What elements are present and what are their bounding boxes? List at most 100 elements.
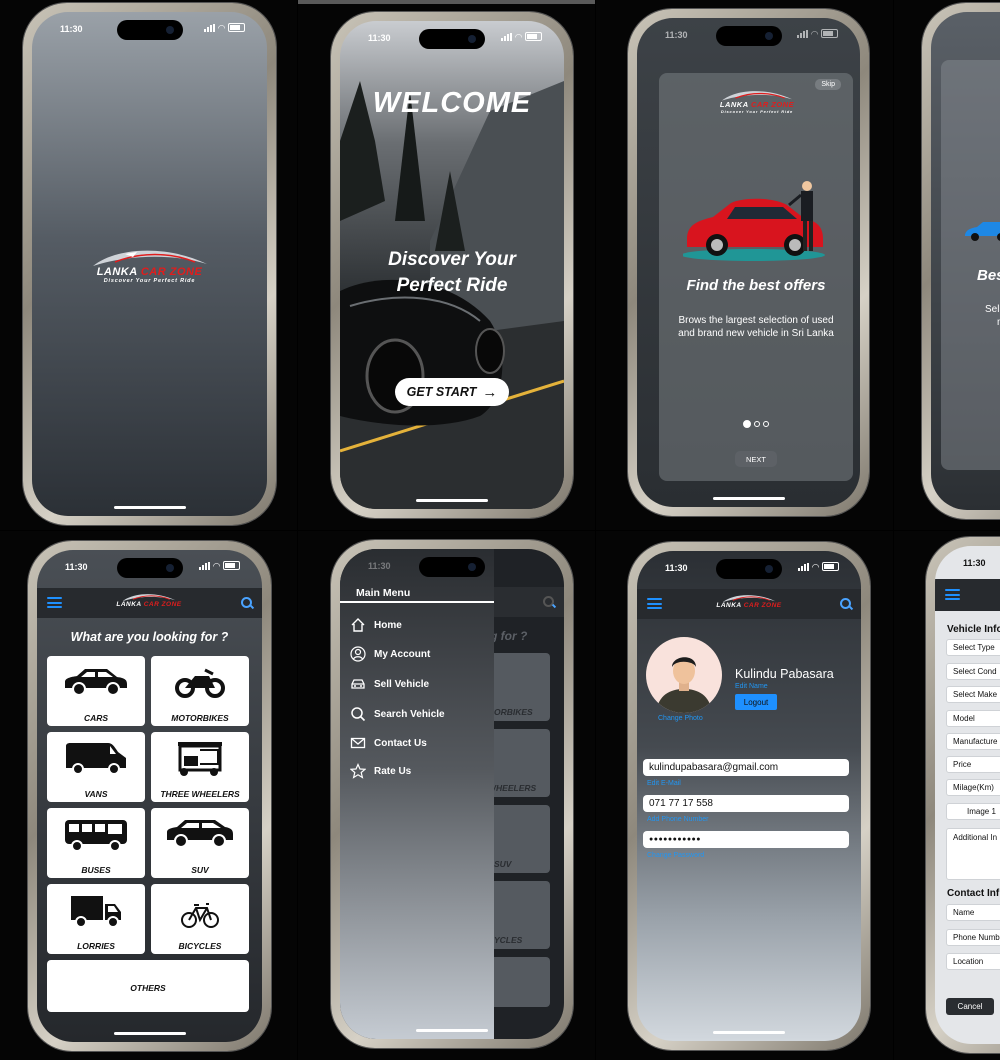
phone-number-field[interactable]: Phone Numb: [946, 929, 1000, 946]
status-time: 11:30: [368, 33, 391, 43]
menu-item-my-account[interactable]: My Account: [350, 646, 430, 662]
app-bar: LANKA CAR ZONE: [37, 588, 262, 618]
phone-field[interactable]: 071 77 17 558: [643, 795, 849, 812]
menu-item-home[interactable]: Home: [350, 617, 402, 633]
category-tile-vans[interactable]: VANS: [47, 732, 145, 802]
add-phone-link[interactable]: Add Phone Number: [647, 816, 708, 823]
next-button[interactable]: NEXT: [735, 451, 777, 467]
hamburger-menu-icon[interactable]: [47, 597, 62, 608]
car-front-icon: [351, 679, 365, 689]
phone-frame: Bes Sel m: [922, 3, 1000, 519]
van-icon: [66, 743, 126, 774]
phone-frame: g for ? ORBIKES WHEELERS SUV YCLES 11:30…: [331, 540, 573, 1048]
status-bar: 11:30 ◠: [637, 562, 861, 576]
menu-item-contact-us[interactable]: Contact Us: [350, 735, 427, 751]
cancel-button[interactable]: Cancel: [946, 998, 994, 1015]
select-condition-field[interactable]: Select Cond: [946, 663, 1000, 680]
category-tile-three-wheelers[interactable]: THREE WHEELERS: [151, 732, 249, 802]
category-label: LORRIES: [77, 941, 115, 951]
search-icon: [351, 707, 366, 722]
brand-name-part2: CAR ZONE: [743, 602, 782, 609]
menu-item-label: Search Vehicle: [374, 708, 445, 720]
dynamic-island: [419, 557, 485, 577]
menu-item-sell-vehicle[interactable]: Sell Vehicle: [350, 676, 429, 692]
wifi-icon: ◠: [213, 560, 220, 571]
category-tile-cars[interactable]: CARS: [47, 656, 145, 726]
category-tile-others[interactable]: OTHERS: [47, 960, 249, 1012]
battery-icon: [223, 561, 240, 570]
additional-info-field[interactable]: Additional In: [946, 828, 1000, 880]
onboarding2-card: Bes Sel m: [941, 60, 1000, 470]
home-indicator: [113, 506, 186, 509]
behind-tile-label: ORBIKES: [494, 707, 533, 717]
category-tile-buses[interactable]: BUSES: [47, 808, 145, 878]
profile-panel: 11:30 ◠ LANKA CAR ZONE Change Photo Kuli…: [596, 531, 893, 1060]
edit-name-link[interactable]: Edit Name: [735, 683, 768, 690]
price-field[interactable]: Price: [946, 756, 1000, 773]
categories-heading: What are you looking for ?: [70, 630, 229, 644]
search-icon[interactable]: [840, 598, 851, 609]
location-field[interactable]: Location: [946, 953, 1000, 970]
sell-vehicle-screen: 11:30 Vehicle Info Select Type Select Co…: [935, 546, 1000, 1044]
edit-email-link[interactable]: Edit E-Mail: [647, 780, 681, 787]
brand-name-part2: CAR ZONE: [140, 266, 203, 278]
category-label: OTHERS: [130, 983, 166, 993]
brand-name-part2: CAR ZONE: [143, 601, 182, 608]
sell-panel: 11:30 Vehicle Info Select Type Select Co…: [894, 531, 1000, 1060]
email-field[interactable]: kulindupabasara@gmail.com: [643, 759, 849, 776]
phone-frame: 11:30 Vehicle Info Select Type Select Co…: [926, 537, 1000, 1053]
car-salesman-illustration: [683, 181, 825, 261]
image-1-upload[interactable]: Image 1: [946, 803, 1000, 820]
change-password-link[interactable]: Change Password: [647, 852, 704, 859]
menu-item-search-vehicle[interactable]: Search Vehicle: [350, 706, 445, 722]
category-label: BICYCLES: [178, 941, 222, 951]
select-type-field[interactable]: Select Type: [946, 639, 1000, 656]
brand-logo: LANKA CAR ZONE: [107, 591, 191, 608]
onboarding-card: Skip LANKA CAR ZONE Discover Your Perfec…: [659, 73, 853, 481]
manufacture-field[interactable]: Manufacture: [946, 733, 1000, 750]
menu-item-rate-us[interactable]: Rate Us: [350, 763, 411, 779]
change-photo-link[interactable]: Change Photo: [658, 715, 703, 722]
onboarding2-title: Bes: [977, 267, 1000, 284]
search-icon[interactable]: [241, 597, 252, 608]
skip-button[interactable]: Skip: [815, 79, 841, 90]
signal-icon: [798, 562, 810, 571]
select-make-field[interactable]: Select Make: [946, 686, 1000, 703]
hamburger-menu-icon[interactable]: [647, 598, 662, 609]
category-label: VANS: [84, 789, 108, 799]
category-tile-suv[interactable]: SUV: [151, 808, 249, 878]
onboarding-screen: 11:30 ◠ Skip LANKA CAR ZONE Discover You…: [637, 18, 860, 507]
category-label: BUSES: [81, 865, 111, 875]
hamburger-menu-icon[interactable]: [945, 589, 960, 600]
battery-icon: [228, 23, 245, 32]
category-tile-lorries[interactable]: LORRIES: [47, 884, 145, 954]
model-field[interactable]: Model: [946, 710, 1000, 727]
status-bar: 11:30: [935, 557, 1000, 571]
category-label: THREE WHEELERS: [160, 789, 240, 799]
user-name: Kulindu Pabasara: [735, 667, 834, 681]
category-tile-bicycles[interactable]: BICYCLES: [151, 884, 249, 954]
brand-name-part1: LANKA: [719, 100, 749, 109]
three-wheeler-icon: [178, 742, 222, 776]
status-bar: 11:30 ◠: [32, 23, 267, 37]
bicycle-icon: [181, 903, 219, 928]
name-field[interactable]: Name: [946, 904, 1000, 921]
get-start-button[interactable]: GET START →: [395, 378, 509, 406]
milage-field[interactable]: Milage(Km): [946, 779, 1000, 796]
brand-tagline: Discover Your Perfect Ride: [720, 109, 794, 114]
onboarding2-panel: Bes Sel m: [894, 0, 1000, 530]
logout-button[interactable]: Logout: [735, 694, 777, 710]
signal-icon: [204, 23, 216, 32]
category-tile-motorbikes[interactable]: MOTORBIKES: [151, 656, 249, 726]
onboarding-body: Brows the largest selection of used and …: [678, 315, 834, 339]
phone-frame: 11:30 ◠ WELCOME Discover Your Perfect Ri…: [331, 12, 573, 518]
status-bar: 11:30 ◠: [37, 561, 262, 575]
phone-frame: 11:30 ◠ LANKA CAR ZONE Change Photo Kuli…: [628, 542, 870, 1050]
battery-icon: [525, 32, 542, 41]
password-field[interactable]: ●●●●●●●●●●●: [643, 831, 849, 848]
headline-line2: Perfect Ride: [396, 275, 508, 296]
behind-heading: g for ?: [490, 629, 528, 643]
blue-car-illustration: [965, 222, 1000, 241]
signal-icon: [199, 561, 211, 570]
avatar[interactable]: [646, 637, 722, 713]
